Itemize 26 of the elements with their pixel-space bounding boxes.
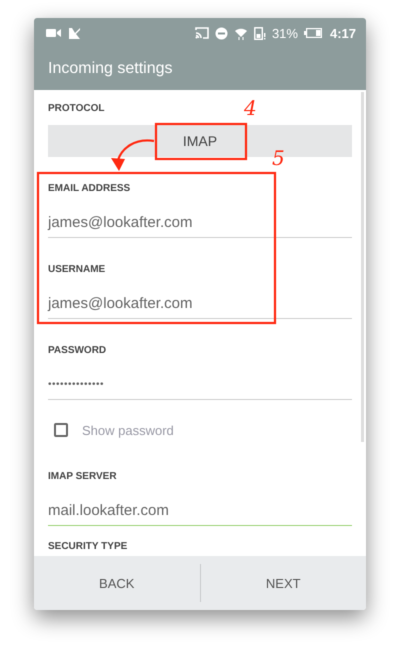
input-field[interactable]: james@lookafter.com <box>48 213 352 238</box>
clock-time: 4:17 <box>330 26 356 40</box>
field-label: USERNAME <box>48 263 106 277</box>
screen-title: Incoming settings <box>48 60 173 78</box>
nav-button[interactable]: BACK <box>34 556 200 610</box>
wifi-icon <box>234 26 248 40</box>
do-not-disturb-icon <box>214 26 228 40</box>
annotation-arrow <box>111 139 154 171</box>
cast-icon <box>194 27 209 39</box>
nav-button[interactable]: NEXT <box>200 556 366 610</box>
password-field[interactable]: •••••••••••••• <box>48 375 352 400</box>
checkbox[interactable] <box>54 423 68 437</box>
sim-card-icon <box>254 26 266 40</box>
field-label: IMAP SERVER <box>48 470 117 484</box>
field-label: PASSWORD <box>48 344 106 358</box>
field-label: SECURITY TYPE <box>48 540 128 554</box>
battery-icon <box>304 28 322 38</box>
battery-percentage: 31% <box>272 26 298 40</box>
input-field[interactable]: james@lookafter.com <box>48 294 352 319</box>
checkbox-label: Show password <box>82 422 174 438</box>
input-field[interactable]: mail.lookafter.com <box>48 501 352 526</box>
field-label: EMAIL ADDRESS <box>48 182 130 196</box>
field-label: PROTOCOL <box>48 102 104 116</box>
scrollbar[interactable] <box>361 92 364 442</box>
video-camera-icon <box>46 27 62 39</box>
annotation-number: 4 <box>244 98 257 118</box>
